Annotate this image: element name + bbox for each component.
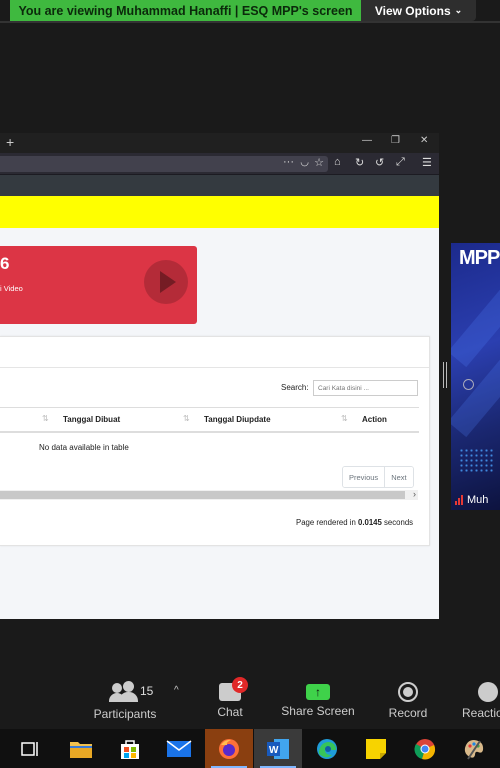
- firefox-icon: [219, 738, 239, 759]
- table-header: ⇅ Tanggal Dibuat ⇅ Tanggal Diupdate ⇅ Ac…: [0, 407, 419, 433]
- scroll-right-icon[interactable]: ›: [413, 489, 416, 499]
- edge-button[interactable]: [303, 729, 351, 768]
- chrome-button[interactable]: [401, 729, 449, 768]
- new-tab-icon[interactable]: +: [6, 134, 14, 150]
- participants-count: 15: [140, 684, 154, 698]
- share-screen-button[interactable]: ↑ Share Screen: [280, 675, 356, 718]
- page-content: 6 i Video Search: ⇅ Tanggal Dibuat ⇅ Tan…: [0, 228, 439, 619]
- share-screen-label: Share Screen: [281, 704, 355, 718]
- chevron-up-icon[interactable]: ^: [174, 685, 179, 696]
- render-time-value: 0.0145: [358, 518, 382, 527]
- panel-header: [0, 337, 429, 368]
- column-action[interactable]: Action: [362, 415, 387, 424]
- next-page-button[interactable]: Next: [385, 467, 413, 487]
- folder-icon: [70, 741, 92, 758]
- participant-name: Muh: [467, 494, 489, 506]
- file-explorer-button[interactable]: [57, 729, 105, 768]
- browser-toolbar: ··· ◡ ☆ ⌂ ↻ ↺ ⤢ ☰: [0, 153, 439, 175]
- video-decor: [451, 352, 500, 438]
- video-count-label: i Video: [0, 284, 23, 293]
- play-icon: [144, 260, 188, 304]
- chevron-down-icon: ⌄: [454, 5, 463, 15]
- sort-icon[interactable]: ⇅: [341, 414, 348, 423]
- record-icon: [398, 682, 418, 702]
- task-view-icon: [21, 741, 38, 756]
- video-decor-dots: [459, 448, 495, 474]
- fullscreen-icon[interactable]: ⤢: [396, 156, 405, 169]
- search-label: Search:: [281, 383, 309, 392]
- splitter-handle[interactable]: [443, 362, 447, 388]
- reactions-button[interactable]: Reactio: [458, 675, 500, 720]
- yellow-banner: [0, 196, 439, 228]
- word-button[interactable]: W: [254, 729, 302, 768]
- chat-unread-badge: 2: [232, 677, 248, 693]
- render-prefix: Page rendered in: [296, 518, 358, 527]
- windows-taskbar: W: [0, 729, 500, 768]
- mail-button[interactable]: [155, 729, 203, 768]
- reactions-label: Reactio: [462, 706, 500, 720]
- empty-table-message: No data available in table: [39, 443, 129, 452]
- reactions-icon: [478, 682, 498, 702]
- video-decor-circle: [463, 379, 474, 390]
- svg-text:W: W: [269, 745, 279, 756]
- store-icon: [121, 739, 139, 759]
- search-input[interactable]: [313, 380, 418, 396]
- close-icon[interactable]: ✕: [420, 135, 428, 146]
- sort-icon[interactable]: ⇅: [183, 414, 190, 423]
- word-icon: W: [267, 738, 289, 759]
- page-render-time: Page rendered in 0.0145 seconds: [296, 518, 413, 527]
- chat-label: Chat: [217, 705, 243, 719]
- shared-browser-window: + — ❐ ✕ ··· ◡ ☆ ⌂ ↻ ↺ ⤢ ☰ 6 i Video Sear…: [0, 133, 439, 619]
- scrollbar-thumb[interactable]: [0, 491, 405, 499]
- mpp-logo: MPP: [459, 247, 500, 269]
- pagination: Previous Next: [342, 466, 414, 488]
- chrome-icon: [414, 738, 436, 759]
- participants-button[interactable]: Participants: [92, 675, 158, 721]
- address-bar[interactable]: ··· ◡ ☆: [0, 156, 328, 172]
- participants-label: Participants: [93, 707, 157, 721]
- view-options-button[interactable]: View Options ⌄: [361, 0, 476, 21]
- horizontal-scrollbar[interactable]: ›: [0, 489, 418, 500]
- store-button[interactable]: [106, 729, 154, 768]
- history-icon[interactable]: ↺: [375, 156, 384, 169]
- meeting-controls: Participants 15 ^ Chat 2 ↑ Share Screen …: [0, 675, 500, 730]
- participants-icon: [109, 681, 138, 703]
- menu-icon[interactable]: ☰: [422, 156, 432, 169]
- minimize-icon[interactable]: —: [362, 135, 372, 146]
- audio-level-icon: [455, 495, 464, 505]
- data-table-panel: Search: ⇅ Tanggal Dibuat ⇅ Tanggal Diupd…: [0, 336, 430, 546]
- screen-share-banner: You are viewing Muhammad Hanaffi | ESQ M…: [10, 0, 361, 21]
- column-tanggal-dibuat[interactable]: Tanggal Dibuat: [63, 415, 120, 424]
- reload-icon[interactable]: ↻: [355, 156, 364, 169]
- render-suffix: seconds: [381, 518, 414, 527]
- task-view-button[interactable]: [6, 729, 54, 768]
- more-actions-icon[interactable]: ···: [283, 156, 294, 168]
- browser-titlebar: + — ❐ ✕: [0, 133, 439, 153]
- firefox-button[interactable]: [205, 729, 253, 768]
- mail-icon: [166, 739, 192, 757]
- participant-name-tag: Muh: [455, 494, 488, 506]
- edge-icon: [317, 738, 337, 759]
- record-label: Record: [388, 706, 428, 720]
- home-icon[interactable]: ⌂: [334, 156, 341, 168]
- restore-icon[interactable]: ❐: [391, 135, 400, 146]
- view-options-label: View Options: [374, 3, 451, 18]
- share-screen-icon: ↑: [306, 684, 330, 700]
- banner-divider: [0, 21, 500, 23]
- video-count: 6: [0, 254, 10, 273]
- paint-button[interactable]: [450, 729, 498, 768]
- video-decor: [451, 282, 500, 368]
- participant-video-tile[interactable]: MPP Muh: [451, 243, 500, 510]
- bookmark-star-icon[interactable]: ☆: [314, 156, 324, 169]
- column-tanggal-diupdate[interactable]: Tanggal Diupdate: [204, 415, 271, 424]
- sort-icon[interactable]: ⇅: [42, 414, 49, 423]
- sticky-notes-icon: [366, 738, 386, 759]
- paint-palette-icon: [464, 739, 484, 760]
- pocket-icon[interactable]: ◡: [300, 157, 309, 168]
- previous-page-button[interactable]: Previous: [343, 467, 386, 487]
- page-top-nav: [0, 175, 439, 196]
- sticky-notes-button[interactable]: [352, 729, 400, 768]
- record-button[interactable]: Record: [385, 675, 431, 720]
- video-stat-card[interactable]: 6 i Video: [0, 246, 197, 324]
